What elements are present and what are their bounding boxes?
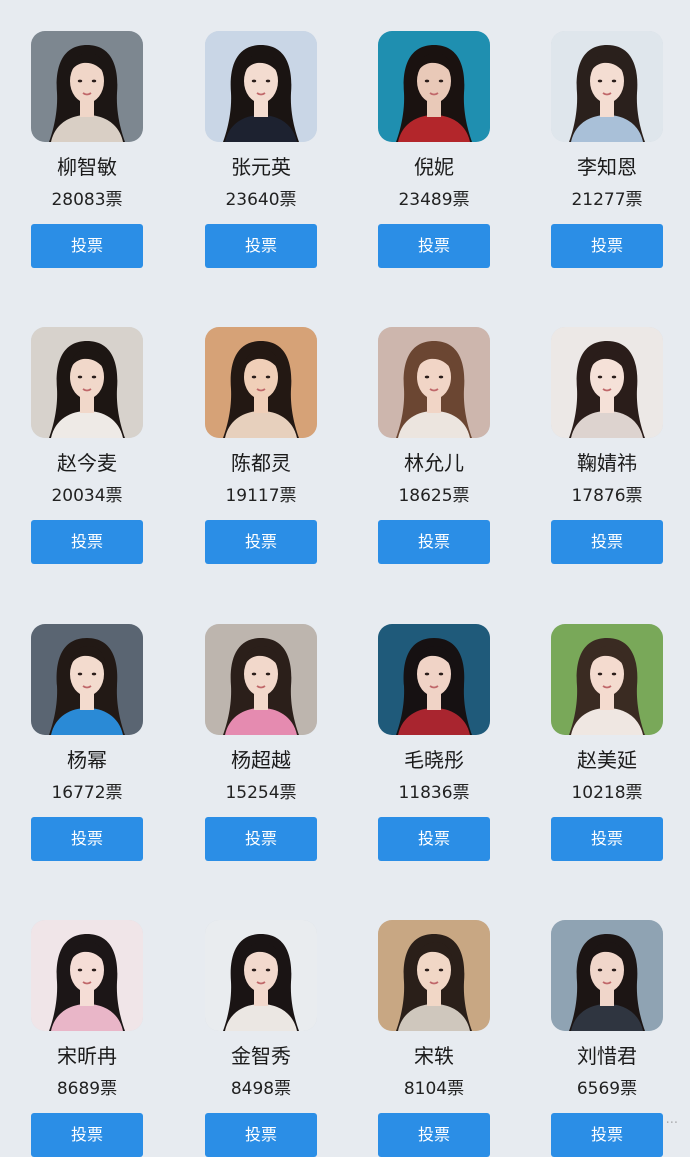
vote-count: 21277票 (571, 190, 643, 210)
candidate-photo[interactable] (378, 327, 490, 438)
vote-button[interactable]: 投票 (205, 817, 317, 861)
candidate-name: 毛晓彤 (404, 748, 464, 772)
candidate-name: 鞠婧祎 (577, 451, 637, 475)
candidate-name: 金智秀 (231, 1044, 291, 1068)
vote-button[interactable]: 投票 (31, 1113, 143, 1157)
candidate-photo[interactable] (31, 327, 143, 438)
vote-count: 20034票 (51, 486, 123, 506)
candidate-name: 张元英 (231, 155, 291, 179)
vote-button[interactable]: 投票 (551, 224, 663, 268)
vote-button[interactable]: 投票 (378, 224, 490, 268)
candidate-photo[interactable] (31, 920, 143, 1031)
vote-count: 6569票 (576, 1079, 638, 1099)
portrait-icon (205, 31, 317, 142)
vote-button[interactable]: 投票 (551, 817, 663, 861)
candidate-name: 柳智敏 (57, 155, 117, 179)
candidate-name: 刘惜君 (577, 1044, 637, 1068)
vote-button[interactable]: 投票 (205, 224, 317, 268)
candidate-photo[interactable] (31, 624, 143, 735)
vote-button[interactable]: 投票 (551, 1113, 663, 1157)
portrait-icon (551, 327, 663, 438)
candidate-name: 杨超越 (231, 748, 291, 772)
candidate-photo[interactable] (551, 624, 663, 735)
candidate-photo[interactable] (551, 920, 663, 1031)
candidate-photo[interactable] (551, 31, 663, 142)
portrait-icon (551, 31, 663, 142)
candidate-name: 杨幂 (67, 748, 107, 772)
candidate-grid: 柳智敏 28083票投票 张元英 23640票投票 倪妮 23489票投票 李知恩 21277… (0, 0, 690, 1157)
candidate-photo[interactable] (378, 31, 490, 142)
vote-count: 11836票 (398, 783, 470, 803)
candidate-photo[interactable] (551, 327, 663, 438)
vote-button[interactable]: 投票 (31, 817, 143, 861)
portrait-icon (31, 920, 143, 1031)
candidate-photo[interactable] (31, 31, 143, 142)
candidate-name: 林允儿 (404, 451, 464, 475)
candidate-photo[interactable] (205, 920, 317, 1031)
watermark: ... (665, 1112, 678, 1127)
vote-count: 10218票 (571, 783, 643, 803)
portrait-icon (205, 624, 317, 735)
vote-button[interactable]: 投票 (378, 1113, 490, 1157)
vote-count: 18625票 (398, 486, 470, 506)
candidate-name: 宋轶 (414, 1044, 454, 1068)
candidate-name: 李知恩 (577, 155, 637, 179)
candidate-photo[interactable] (378, 920, 490, 1031)
candidate-name: 赵今麦 (57, 451, 117, 475)
vote-button[interactable]: 投票 (378, 817, 490, 861)
portrait-icon (378, 920, 490, 1031)
portrait-icon (205, 327, 317, 438)
vote-count: 8104票 (403, 1079, 465, 1099)
candidate-name: 陈都灵 (231, 451, 291, 475)
vote-count: 8498票 (230, 1079, 292, 1099)
vote-button[interactable]: 投票 (205, 520, 317, 564)
portrait-icon (378, 624, 490, 735)
portrait-icon (205, 920, 317, 1031)
portrait-icon (31, 31, 143, 142)
portrait-icon (378, 31, 490, 142)
vote-count: 23640票 (225, 190, 297, 210)
vote-count: 16772票 (51, 783, 123, 803)
portrait-icon (551, 624, 663, 735)
portrait-icon (31, 327, 143, 438)
vote-count: 8689票 (56, 1079, 118, 1099)
candidate-name: 倪妮 (414, 155, 454, 179)
portrait-icon (551, 920, 663, 1031)
vote-button[interactable]: 投票 (31, 520, 143, 564)
candidate-photo[interactable] (205, 624, 317, 735)
vote-button[interactable]: 投票 (551, 520, 663, 564)
vote-button[interactable]: 投票 (205, 1113, 317, 1157)
candidate-photo[interactable] (378, 624, 490, 735)
vote-count: 15254票 (225, 783, 297, 803)
candidate-photo[interactable] (205, 327, 317, 438)
vote-button[interactable]: 投票 (31, 224, 143, 268)
candidate-name: 赵美延 (577, 748, 637, 772)
vote-count: 28083票 (51, 190, 123, 210)
candidate-name: 宋昕冉 (57, 1044, 117, 1068)
vote-button[interactable]: 投票 (378, 520, 490, 564)
vote-count: 23489票 (398, 190, 470, 210)
portrait-icon (31, 624, 143, 735)
vote-count: 17876票 (571, 486, 643, 506)
candidate-photo[interactable] (205, 31, 317, 142)
portrait-icon (378, 327, 490, 438)
vote-count: 19117票 (225, 486, 297, 506)
